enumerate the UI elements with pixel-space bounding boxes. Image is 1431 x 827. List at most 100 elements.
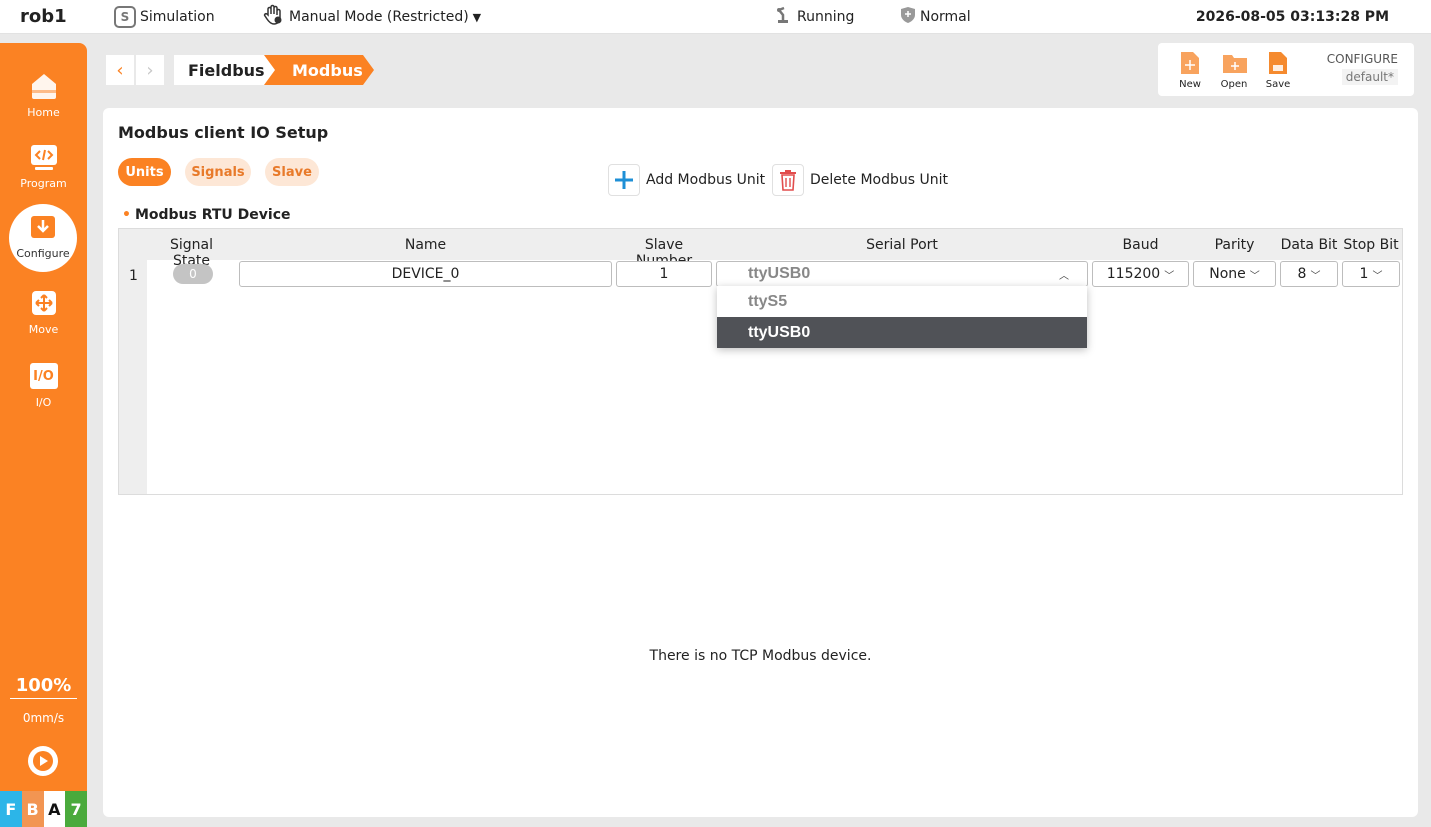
play-icon [33, 751, 53, 771]
sidebar-item-label: I/O [35, 396, 52, 409]
add-modbus-unit-label: Add Modbus Unit [646, 172, 766, 188]
robot-arm-icon [775, 6, 793, 28]
tab-signals[interactable]: Signals [185, 158, 251, 186]
tab-units[interactable]: Units [118, 158, 171, 186]
section-rtu-label: Modbus RTU Device [134, 207, 291, 223]
serial-port-value: ttyUSB0 [748, 265, 811, 282]
sidebar-item-label: Move [28, 323, 59, 336]
parity-select[interactable]: None ﹀ [1193, 261, 1276, 287]
col-baud: Baud [1122, 237, 1159, 253]
safety-label: Normal [920, 9, 971, 25]
tcp-empty-message: There is no TCP Modbus device. [649, 648, 872, 664]
shield-icon [900, 6, 916, 28]
plus-icon [608, 164, 640, 196]
chevron-up-icon: ︿ [1059, 270, 1069, 282]
history-nav: ‹ › [106, 55, 164, 85]
sidebar-item-label: Configure [16, 247, 70, 260]
safety-status: Normal [900, 0, 971, 34]
speed-percent[interactable]: 100% [10, 675, 77, 699]
open-label: Open [1220, 79, 1248, 90]
baud-select[interactable]: 115200 ﹀ [1092, 261, 1189, 287]
status-label: Running [797, 9, 855, 25]
forward-button[interactable]: › [136, 55, 164, 85]
section-rtu: • Modbus RTU Device [122, 207, 291, 223]
chevron-down-icon: ﹀ [1249, 270, 1260, 282]
serial-port-select[interactable]: ttyUSB0 ︿ [716, 261, 1088, 287]
top-bar: rob1 S Simulation Manual Mode (Restricte… [0, 0, 1431, 34]
sidebar-item-home[interactable]: Home [0, 65, 87, 131]
mode-label: Manual Mode (Restricted) [289, 9, 469, 25]
sidebar-item-configure[interactable]: Configure [9, 204, 77, 272]
sidebar-item-io[interactable]: I/O I/O [0, 355, 87, 421]
main-panel: Modbus client IO Setup Units Signals Sla… [103, 108, 1418, 817]
run-status: Running [775, 0, 854, 34]
hand-icon [263, 4, 285, 30]
tab-slave[interactable]: Slave [265, 158, 319, 186]
io-icon: I/O [29, 361, 59, 391]
sidebar-item-move[interactable]: Move [0, 282, 87, 348]
config-name: default* [1341, 69, 1398, 85]
badge-7: 7 [65, 791, 87, 827]
delete-modbus-unit-label: Delete Modbus Unit [810, 172, 948, 188]
chevron-down-icon: ﹀ [1310, 270, 1321, 282]
baud-value: 115200 [1106, 266, 1161, 282]
datetime: 2026-08-05 03:13:28 PM [1195, 9, 1389, 25]
col-parity: Parity [1214, 237, 1255, 253]
signal-state-badge: 0 [173, 264, 213, 284]
page-title: Modbus client IO Setup [118, 123, 329, 142]
badge-f: F [0, 791, 22, 827]
save-label: Save [1265, 79, 1291, 90]
row-index: 1 [129, 268, 138, 284]
back-button[interactable]: ‹ [106, 55, 134, 85]
play-button[interactable] [28, 746, 58, 776]
badge-b: B [21, 791, 44, 827]
simulation-icon: S [114, 6, 136, 28]
sidebar-item-program[interactable]: Program [0, 136, 87, 202]
col-name: Name [404, 237, 447, 253]
config-info: CONFIGURE default* [1327, 52, 1398, 85]
trash-icon [772, 164, 804, 196]
rtu-table: Signal State Name Slave Number Serial Po… [118, 228, 1403, 495]
move-icon [29, 288, 59, 318]
open-button[interactable]: Open [1216, 51, 1252, 90]
chevron-left-icon: ‹ [116, 59, 124, 81]
config-title: CONFIGURE [1326, 52, 1398, 66]
new-button[interactable]: New [1172, 51, 1208, 90]
col-data-bit: Data Bit [1280, 237, 1338, 253]
chevron-right-icon: › [146, 59, 154, 81]
simulation-label: Simulation [140, 9, 215, 25]
folder-icon [1222, 51, 1247, 75]
chevron-down-icon: ﹀ [1372, 270, 1383, 282]
add-modbus-unit-button[interactable]: Add Modbus Unit [608, 164, 765, 196]
name-field[interactable]: DEVICE_0 [239, 261, 612, 287]
status-badges: F B A 7 [0, 791, 87, 827]
file-toolbar: New Open Save CONFIGURE default* [1158, 43, 1414, 96]
col-stop-bit: Stop Bit [1343, 237, 1399, 253]
dropdown-option-ttys5[interactable]: ttyS5 [717, 286, 1087, 317]
sidebar-item-label: Program [20, 177, 67, 190]
col-serial-port: Serial Port [866, 237, 938, 253]
home-icon [29, 71, 59, 101]
mode-selector[interactable]: Manual Mode (Restricted) ▼ [263, 0, 481, 34]
badge-a: A [43, 791, 66, 827]
sidebar: Home Program Configure Move I/O I/O 100%… [0, 43, 87, 827]
chevron-down-icon: ﹀ [1164, 270, 1175, 282]
stop-bit-select[interactable]: 1 ﹀ [1342, 261, 1400, 287]
breadcrumb-modbus[interactable]: Modbus [264, 55, 374, 85]
save-file-icon [1266, 51, 1290, 75]
dropdown-option-ttyusb0[interactable]: ttyUSB0 [717, 317, 1087, 348]
code-icon [29, 142, 59, 172]
sidebar-item-label: Home [27, 106, 60, 119]
slave-number-field[interactable]: 1 [616, 261, 712, 287]
simulation-indicator[interactable]: S Simulation [114, 0, 215, 34]
serial-port-dropdown: ttyS5 ttyUSB0 [717, 286, 1087, 348]
robot-name: rob1 [20, 6, 67, 27]
delete-modbus-unit-button[interactable]: Delete Modbus Unit [772, 164, 948, 196]
parity-value: None [1209, 266, 1246, 282]
stop-bit-value: 1 [1359, 266, 1369, 282]
new-file-icon [1178, 51, 1202, 75]
save-button[interactable]: Save [1260, 51, 1296, 90]
data-bit-select[interactable]: 8 ﹀ [1280, 261, 1338, 287]
breadcrumb-fieldbus[interactable]: Fieldbus [174, 55, 278, 85]
new-label: New [1179, 79, 1201, 90]
